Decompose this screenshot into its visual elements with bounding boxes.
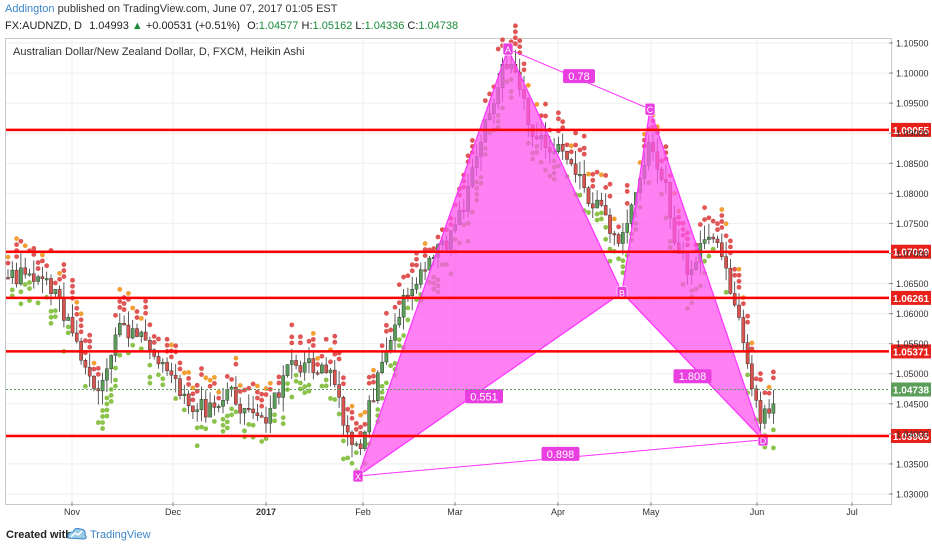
price-tick-label: 1.10000 xyxy=(896,69,929,79)
time-tick-label: Nov xyxy=(64,507,81,517)
time-tick-label: Apr xyxy=(551,507,565,517)
level-price-badge xyxy=(891,244,931,259)
time-tick-label: May xyxy=(642,507,660,517)
last-price-badge xyxy=(891,382,931,397)
time-tick-label: Jun xyxy=(750,507,765,517)
high-label: H: xyxy=(301,20,313,32)
ohlc-legend: FX:AUDNZD, D 1.04993 ▲ +0.00531 (+0.51%)… xyxy=(5,20,458,32)
time-tick-label: Feb xyxy=(355,507,371,517)
published-text: published on TradingView.com, June 07, 2… xyxy=(57,3,338,15)
time-tick-label: Dec xyxy=(165,507,182,517)
chart-pane[interactable] xyxy=(5,38,892,505)
price-tick-label: 1.10500 xyxy=(896,39,929,49)
last-price-label: 1.04738 xyxy=(893,385,930,396)
level-price-label: 1.06261 xyxy=(893,294,930,305)
price-change: +0.00531 (+0.51%) xyxy=(145,20,241,32)
time-tick-label: 2017 xyxy=(256,507,276,517)
level-price-label: 1.09055 xyxy=(893,126,930,137)
close-value: 1.04738 xyxy=(418,20,459,32)
level-price-badge xyxy=(891,290,931,305)
level-price-label: 1.07029 xyxy=(893,248,930,259)
price-tick-label: 1.08000 xyxy=(896,189,929,199)
created-with-label: Created with xyxy=(6,529,73,541)
author-link[interactable]: Addington xyxy=(5,3,55,15)
chart-header: Addington published on TradingView.com, … xyxy=(0,0,932,40)
price-tick-label: 1.05000 xyxy=(896,369,929,379)
price-tick-label: 1.04500 xyxy=(896,399,929,409)
price-tick-label: 1.06000 xyxy=(896,309,929,319)
price-axis: 1.10500 1.10000 1.09500 1.09000 1.08500 1.080… xyxy=(889,39,929,500)
level-price-badge xyxy=(891,344,931,359)
price-tick-label: 1.07500 xyxy=(896,219,929,229)
price-tick-label: 1.03500 xyxy=(896,459,929,469)
last-price: 1.04993 xyxy=(89,20,129,32)
low-value: 1.04336 xyxy=(364,20,405,32)
high-value: 1.05162 xyxy=(312,20,353,32)
price-tick-label: 1.05500 xyxy=(896,339,929,349)
level-price-label: 1.03965 xyxy=(893,432,930,443)
price-tick-label: 1.08500 xyxy=(896,159,929,169)
close-label: C: xyxy=(407,20,419,32)
tradingview-brand-link[interactable]: TradingView xyxy=(90,529,151,541)
price-tick-label: 1.09500 xyxy=(896,99,929,109)
level-price-label: 1.05371 xyxy=(893,347,930,358)
price-tick-label: 1.07000 xyxy=(896,249,929,259)
symbol-label[interactable]: FX:AUDNZD, D xyxy=(5,20,82,32)
pane-title: Australian Dollar/New Zealand Dollar, D,… xyxy=(13,46,305,58)
open-label: O: xyxy=(247,20,259,32)
level-price-badge xyxy=(891,428,931,443)
open-value: 1.04577 xyxy=(258,20,299,32)
price-tick-label: 1.04000 xyxy=(896,429,929,439)
price-tick-label: 1.03000 xyxy=(896,490,929,500)
publish-info: Addington published on TradingView.com, … xyxy=(5,3,338,15)
time-tick-label: Jul xyxy=(846,507,858,517)
time-tick-label: Mar xyxy=(447,507,463,517)
low-label: L: xyxy=(355,20,365,32)
up-arrow-icon: ▲ xyxy=(131,20,143,32)
tradingview-logo-icon[interactable] xyxy=(66,526,88,542)
price-tick-label: 1.06500 xyxy=(896,279,929,289)
price-tick-label: 1.09000 xyxy=(896,129,929,139)
level-price-badge xyxy=(891,122,931,137)
